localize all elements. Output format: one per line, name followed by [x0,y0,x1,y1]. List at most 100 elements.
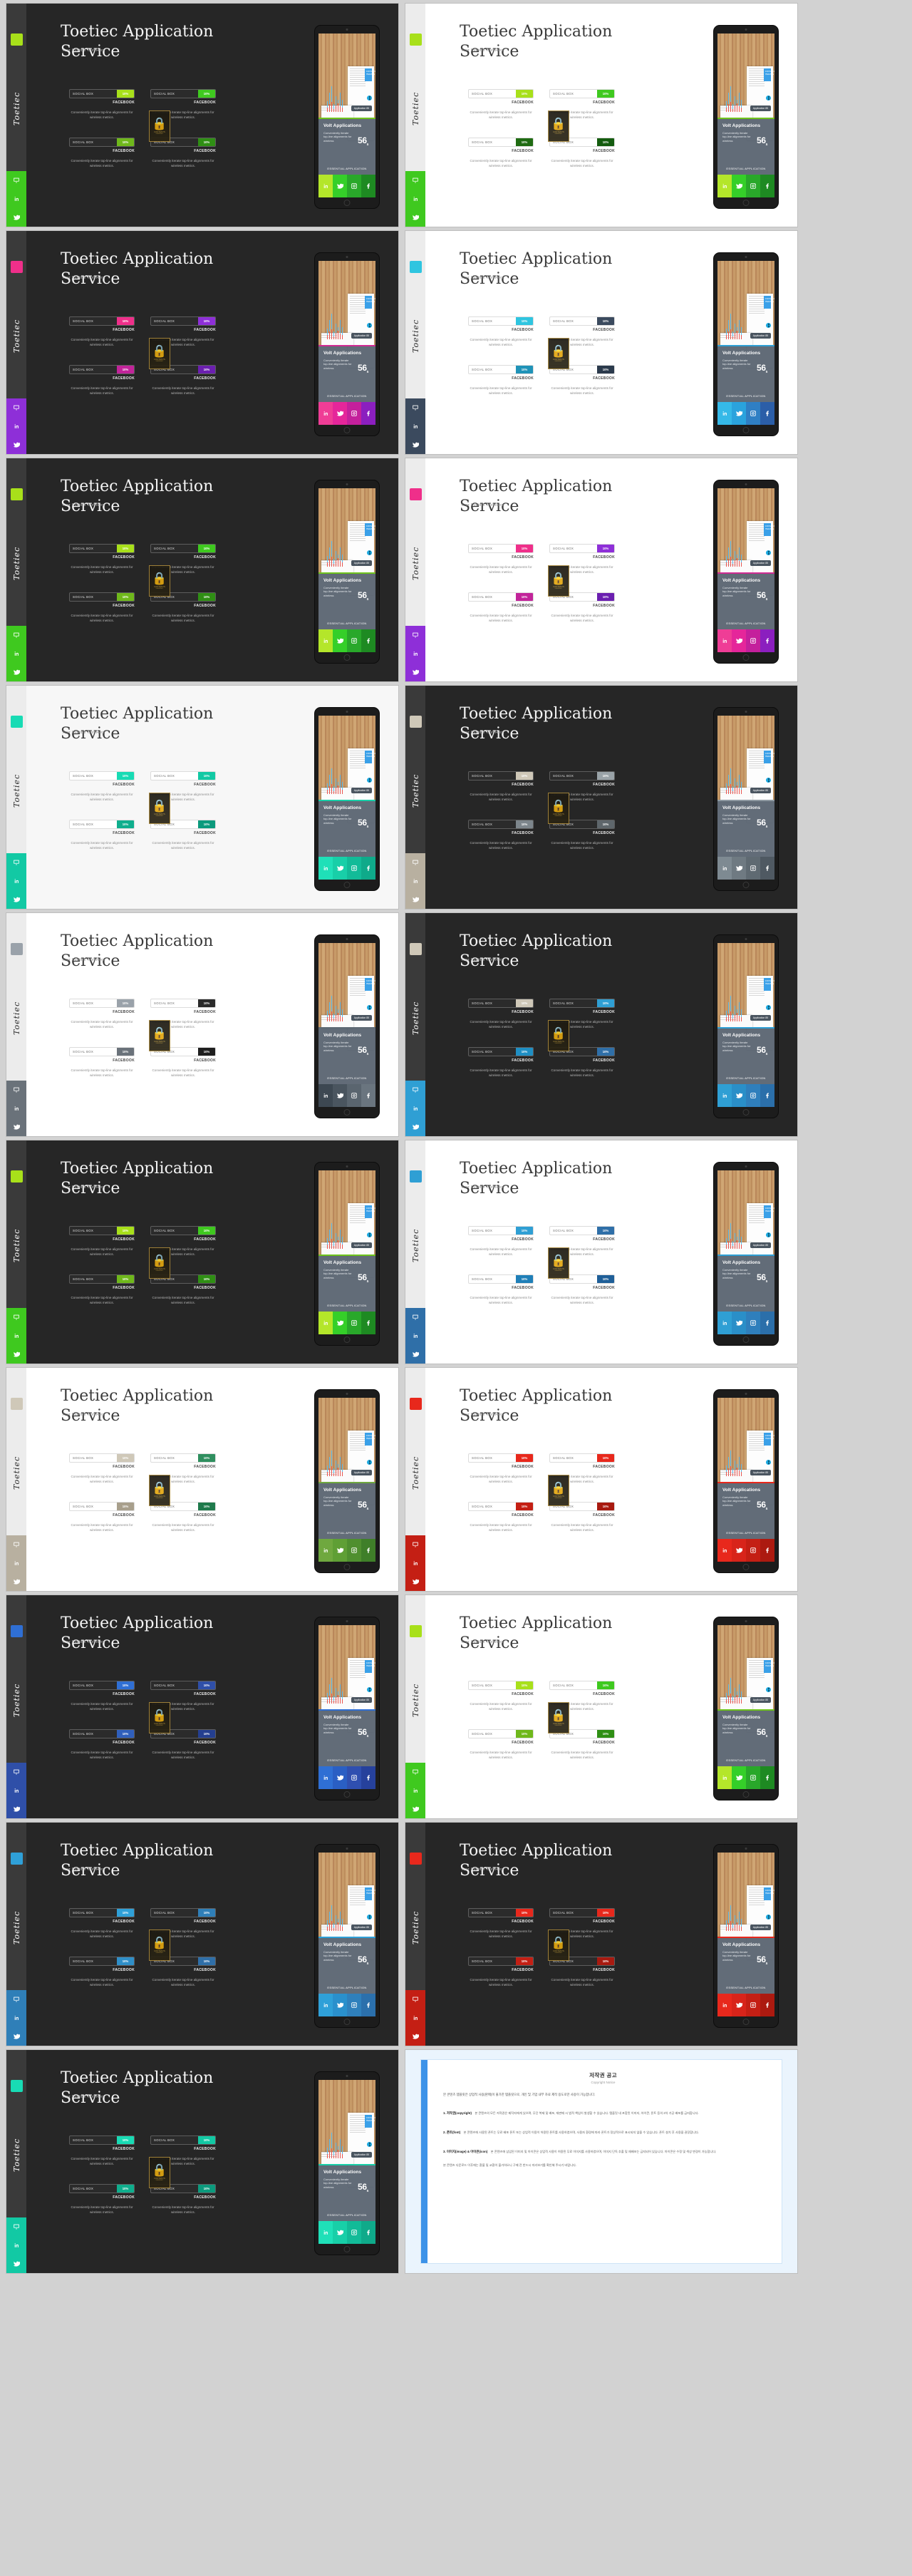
progress-bar[interactable]: SOCIAL BOX 10% [69,1729,135,1738]
progress-bar[interactable]: SOCIAL BOX 10% [150,1681,216,1690]
screen-twitter-icon[interactable] [333,1766,347,1789]
rail-monitor-icon[interactable] [6,626,26,644]
overlay-cta[interactable]: ESSENTIAL APPLICATION [717,390,774,402]
rail-monitor-icon[interactable] [405,1081,425,1099]
home-button[interactable] [343,1791,351,1798]
rail-linkedin-icon[interactable] [6,2009,26,2027]
screen-twitter-icon[interactable] [333,174,347,197]
screen-linkedin-icon[interactable] [318,856,333,880]
progress-bar[interactable]: SOCIAL BOX 10% [150,316,216,326]
rail-twitter-icon[interactable] [405,1800,425,1818]
progress-bar[interactable]: SOCIAL BOX 10% [549,1453,615,1463]
progress-bar[interactable]: SOCIAL BOX 10% [150,1226,216,1235]
progress-bar[interactable]: SOCIAL BOX 10% [150,544,216,553]
overlay-cta[interactable]: ESSENTIAL APPLICATION [318,1299,375,1312]
overlay-cta[interactable]: ESSENTIAL APPLICATION [318,390,375,402]
screen-linkedin-icon[interactable] [318,1766,333,1789]
screen-twitter-icon[interactable] [333,856,347,880]
screen-linkedin-icon[interactable] [717,174,732,197]
overlay-cta[interactable]: ESSENTIAL APPLICATION [318,1982,375,1994]
screen-facebook-icon[interactable] [760,174,774,197]
rail-linkedin-icon[interactable] [6,1326,26,1345]
template-slide[interactable]: Toetiec Toetiec Application Service Your … [6,458,399,682]
screen-instagram-icon[interactable] [347,1311,361,1334]
progress-bar[interactable]: SOCIAL BOX 10% [468,1908,534,1917]
screen-facebook-icon[interactable] [760,1083,774,1107]
home-button[interactable] [343,427,351,433]
screen-instagram-icon[interactable] [746,174,760,197]
screen-facebook-icon[interactable] [760,401,774,425]
screen-twitter-icon[interactable] [732,1993,746,2016]
screen-instagram-icon[interactable] [347,856,361,880]
rail-twitter-icon[interactable] [6,1345,26,1364]
template-slide[interactable]: Toetiec Toetiec Application Service Your … [405,685,798,910]
progress-bar[interactable]: SOCIAL BOX 10% [69,820,135,829]
rail-monitor-icon[interactable] [6,1763,26,1781]
copyright-slide[interactable]: 저작권 공고 Copyright Notice 본 콘텐츠 템플릿은 상업적 사… [405,2049,798,2274]
progress-bar[interactable]: SOCIAL BOX 10% [468,1453,534,1463]
screen-facebook-icon[interactable] [361,1538,375,1562]
screen-facebook-icon[interactable] [760,1311,774,1334]
screen-linkedin-icon[interactable] [318,629,333,652]
rail-twitter-icon[interactable] [6,1118,26,1136]
rail-twitter-icon[interactable] [6,1800,26,1818]
screen-twitter-icon[interactable] [333,1993,347,2016]
progress-bar[interactable]: SOCIAL BOX 10% [69,999,135,1008]
screen-facebook-icon[interactable] [361,1083,375,1107]
screen-twitter-icon[interactable] [732,856,746,880]
screen-linkedin-icon[interactable] [318,174,333,197]
progress-bar[interactable]: SOCIAL BOX 10% [69,544,135,553]
progress-bar[interactable]: SOCIAL BOX 10% [468,1957,534,1966]
screen-instagram-icon[interactable] [746,1766,760,1789]
rail-linkedin-icon[interactable] [405,417,425,436]
overlay-cta[interactable]: ESSENTIAL APPLICATION [717,1299,774,1312]
screen-facebook-icon[interactable] [361,2220,375,2244]
screen-instagram-icon[interactable] [746,1993,760,2016]
screen-linkedin-icon[interactable] [717,1538,732,1562]
overlay-cta[interactable]: ESSENTIAL APPLICATION [318,163,375,175]
rail-linkedin-icon[interactable] [405,1326,425,1345]
rail-twitter-icon[interactable] [405,208,425,227]
screen-facebook-icon[interactable] [361,1993,375,2016]
progress-bar[interactable]: SOCIAL BOX 10% [69,2184,135,2193]
screen-linkedin-icon[interactable] [318,1311,333,1334]
progress-bar[interactable]: SOCIAL BOX 10% [69,1957,135,1966]
rail-linkedin-icon[interactable] [405,1781,425,1800]
progress-bar[interactable]: SOCIAL BOX 10% [468,544,534,553]
rail-linkedin-icon[interactable] [6,1781,26,1800]
rail-linkedin-icon[interactable] [6,1099,26,1118]
rail-monitor-icon[interactable] [405,626,425,644]
screen-instagram-icon[interactable] [746,401,760,425]
rail-linkedin-icon[interactable] [405,644,425,663]
progress-bar[interactable]: SOCIAL BOX 10% [468,1226,534,1235]
rail-twitter-icon[interactable] [6,2027,26,2046]
screen-facebook-icon[interactable] [361,174,375,197]
progress-bar[interactable]: SOCIAL BOX 10% [468,592,534,602]
template-slide[interactable]: Toetiec Toetiec Application Service Your … [405,1140,798,1364]
progress-bar[interactable]: SOCIAL BOX 10% [69,771,135,780]
template-slide[interactable]: Toetiec Toetiec Application Service Your … [405,3,798,227]
overlay-cta[interactable]: ESSENTIAL APPLICATION [318,845,375,857]
rail-linkedin-icon[interactable] [6,2236,26,2255]
progress-bar[interactable]: SOCIAL BOX 10% [69,1047,135,1056]
rail-twitter-icon[interactable] [405,1572,425,1591]
rail-monitor-icon[interactable] [6,1535,26,1554]
progress-bar[interactable]: SOCIAL BOX 10% [549,89,615,98]
screen-facebook-icon[interactable] [361,1766,375,1789]
screen-twitter-icon[interactable] [732,1311,746,1334]
screen-facebook-icon[interactable] [361,401,375,425]
screen-instagram-icon[interactable] [347,1766,361,1789]
screen-instagram-icon[interactable] [347,629,361,652]
progress-bar[interactable]: SOCIAL BOX 10% [468,365,534,374]
home-button[interactable] [343,2246,351,2252]
overlay-cta[interactable]: ESSENTIAL APPLICATION [717,1754,774,1766]
screen-linkedin-icon[interactable] [318,1083,333,1107]
rail-linkedin-icon[interactable] [6,644,26,663]
screen-linkedin-icon[interactable] [318,401,333,425]
screen-instagram-icon[interactable] [347,2220,361,2244]
progress-bar[interactable]: SOCIAL BOX 10% [468,1274,534,1284]
progress-bar[interactable]: SOCIAL BOX 10% [150,2135,216,2145]
rail-twitter-icon[interactable] [405,436,425,454]
screen-facebook-icon[interactable] [361,629,375,652]
template-slide[interactable]: Toetiec Toetiec Application Service Your … [405,1822,798,2046]
